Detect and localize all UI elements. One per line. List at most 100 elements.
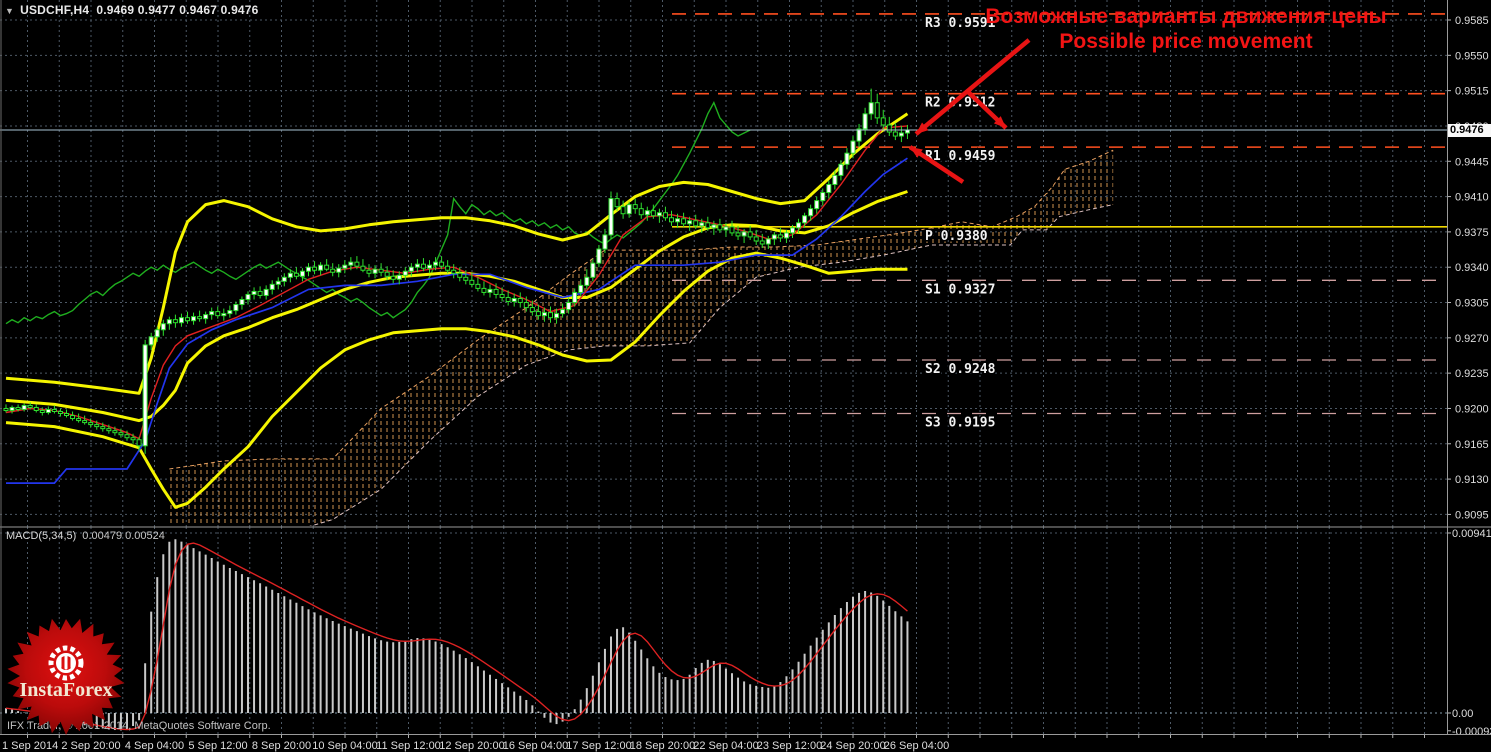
candle [76,418,82,422]
candle [560,309,566,315]
time-axis-label: 12 Sep 20:00 [439,740,504,752]
candle [541,312,547,317]
macd-axis-label: -0.00093 [1452,726,1491,738]
time-axis-label: 8 Sep 20:00 [252,740,311,752]
price-axis-label: 0.9340 [1455,262,1489,274]
candle [209,311,215,316]
price-axis-label: 0.9095 [1455,509,1489,521]
candle [735,232,741,237]
candle [118,432,124,436]
candle [33,406,39,411]
candle [245,293,251,300]
candle [408,266,414,272]
macd-axis-label: 0.00941 [1452,528,1491,540]
candle [172,319,178,324]
ohlc-values: 0.9469 0.9477 0.9467 0.9476 [96,3,259,17]
candle [257,290,263,296]
candle [378,268,384,273]
candle [185,317,190,322]
macd-axis-label: 0.00 [1452,708,1473,720]
candle [765,238,771,245]
candle [783,232,789,239]
time-axis-label: 1 Sep 2014 [2,740,58,752]
candle [566,302,572,311]
time-axis-label: 5 Sep 12:00 [188,740,247,752]
candle [481,287,487,293]
candle [70,415,76,420]
current-price-tag: 0.9476 [1448,124,1491,137]
candle [94,424,100,428]
time-axis-label: 16 Sep 04:00 [503,740,568,752]
candle [759,240,765,245]
candle [27,404,33,408]
time-axis-label: 23 Sep 12:00 [757,740,822,752]
candle [820,192,826,202]
candle [203,314,209,320]
candle [414,263,420,268]
price-axis-label: 0.9585 [1455,15,1489,27]
time-axis-label: 24 Sep 20:00 [820,740,885,752]
candle [590,262,596,278]
candle [451,269,457,274]
candle [868,102,874,115]
candle [372,268,378,274]
candle [693,220,699,227]
candle [342,264,348,269]
candle [106,428,112,432]
candle [318,264,324,271]
candle [856,128,862,142]
candle [832,174,838,185]
candle [251,290,257,295]
candle [215,311,221,317]
time-axis-label: 4 Sep 04:00 [125,740,184,752]
time-axis-label: 26 Sep 04:00 [884,740,949,752]
candle [572,291,578,304]
candle [535,311,541,317]
candle [112,430,118,434]
candle [874,102,880,119]
candle [299,270,305,277]
candle [650,210,656,217]
candle [148,336,154,346]
candle [898,132,904,137]
candle [396,274,402,280]
candle [166,319,172,325]
price-axis-label: 0.9515 [1455,86,1489,98]
candle [390,275,396,280]
forecast-annotation: Возможные варианты движения цены Possibl… [983,4,1389,54]
candle [191,316,197,322]
candle [402,270,408,276]
trading-chart-window: R3 0.9591 R2 0.9512 R1 0.9459 P 0.9380 S1 0.… [0,0,1491,752]
candle [638,208,644,216]
pivot-label-p: P 0.9380 [925,229,988,244]
candle [705,222,711,229]
candle [892,131,898,137]
candle [505,296,511,303]
candle [844,152,850,165]
candle [51,408,57,412]
candle [160,323,166,331]
candle [312,266,318,271]
candle [384,271,390,277]
candle [366,269,372,274]
chevron-down-icon[interactable]: ▼ [5,6,14,16]
instaforex-logo: InstaForex [7,618,125,735]
chart-canvas[interactable]: R3 0.9591R2 0.9512R1 0.9459P 0.9380S1 0.… [0,0,1491,752]
candle [324,264,330,270]
candle [348,261,354,266]
price-axis-label: 0.9375 [1455,227,1489,239]
candle [275,280,281,285]
candle [433,261,439,266]
candle [499,293,505,298]
candle [3,407,9,411]
price-axis-label: 0.9235 [1455,368,1489,380]
candle [281,276,287,282]
candle [584,276,590,286]
price-axis-label: 0.9550 [1455,50,1489,62]
candle [711,224,717,229]
candle [517,297,523,304]
candle [808,208,814,217]
candle [669,217,674,223]
candle [608,198,614,236]
candle [130,437,136,441]
